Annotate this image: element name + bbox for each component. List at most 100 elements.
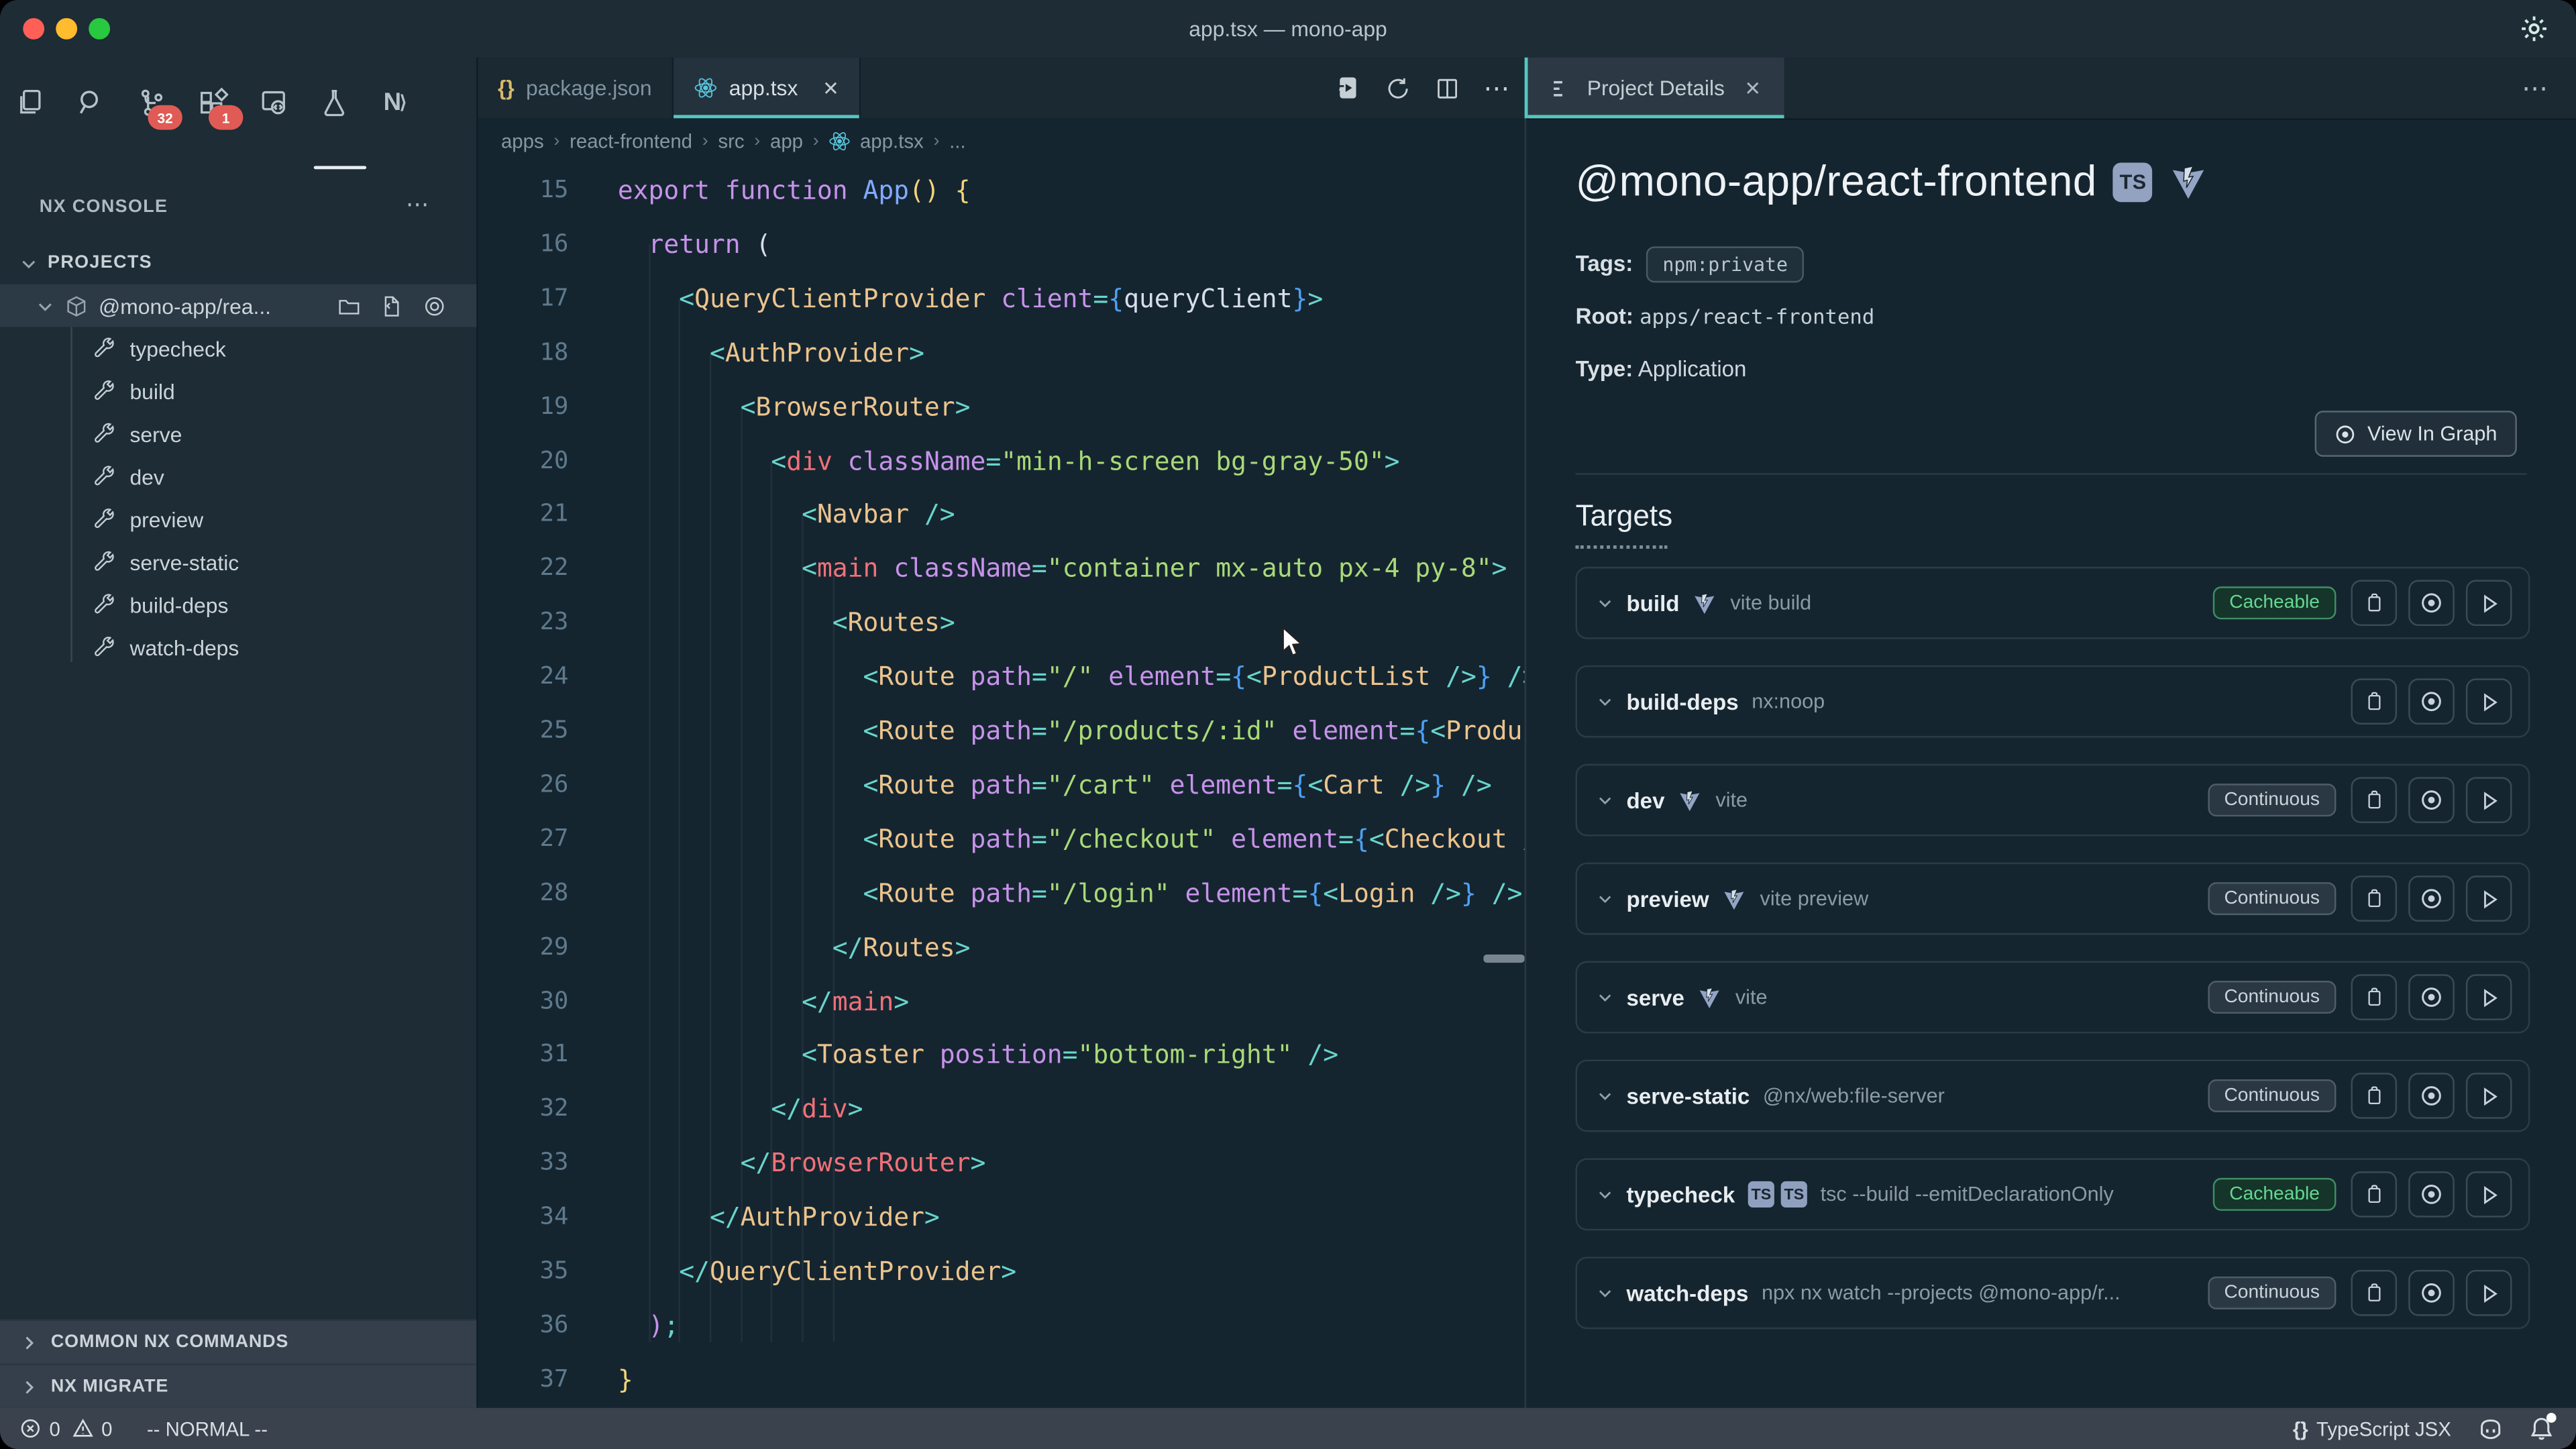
code-line: 27 <Route path="/checkout" element={<Che… (478, 813, 1525, 867)
tab-project-details[interactable]: Project Details ✕ (1528, 58, 1784, 119)
run-target-button[interactable] (2466, 974, 2512, 1020)
screen: app.tsx — mono-app 32 1 (0, 0, 2576, 1449)
run-target-button[interactable] (2466, 580, 2512, 626)
target-card-build-deps[interactable]: build-depsnx:noop (1576, 665, 2530, 738)
run-target-button[interactable] (2466, 1073, 2512, 1119)
code-line: 24 <Route path="/" element={<ProductList… (478, 651, 1525, 705)
more-actions-icon[interactable]: ⋯ (406, 191, 431, 219)
copy-task-button[interactable] (2351, 974, 2397, 1020)
focus-target-icon[interactable] (422, 293, 447, 318)
breadcrumb-item[interactable]: app.tsx (828, 129, 923, 152)
copy-task-button[interactable] (2351, 1171, 2397, 1218)
notifications-bell-icon[interactable] (2530, 1416, 2553, 1441)
nx-console-icon[interactable]: N⟩ (374, 82, 414, 121)
target-name: preview (1626, 886, 1709, 911)
focus-graph-button[interactable] (2408, 1073, 2455, 1119)
copy-task-button[interactable] (2351, 1270, 2397, 1316)
tree-item-project[interactable]: @mono-app/rea... (0, 284, 476, 327)
tree-item-target-serve[interactable]: serve (0, 413, 476, 455)
copy-task-button[interactable] (2351, 580, 2397, 626)
search-icon[interactable] (70, 82, 110, 121)
copilot-icon[interactable] (2477, 1417, 2504, 1440)
tree-item-target-build[interactable]: build (0, 370, 476, 413)
breadcrumb-item[interactable]: ... (949, 129, 966, 152)
code-line: 20 <div className="min-h-screen bg-gray-… (478, 435, 1525, 489)
line-number: 25 (478, 705, 569, 759)
run-target-button[interactable] (2466, 678, 2512, 724)
remote-explorer-icon[interactable] (253, 82, 292, 121)
tree-item-target-build-deps[interactable]: build-deps (0, 583, 476, 626)
breadcrumb-item[interactable]: apps (501, 129, 544, 152)
focus-graph-button[interactable] (2408, 580, 2455, 626)
notification-dot (2546, 1413, 2557, 1423)
view-in-graph-button[interactable]: View In Graph (2315, 411, 2517, 457)
run-project-icon[interactable] (1334, 74, 1362, 102)
close-tab-icon[interactable]: ✕ (1744, 76, 1761, 99)
testing-icon[interactable] (314, 82, 354, 121)
code-line: 26 <Route path="/cart" element={<Cart />… (478, 759, 1525, 813)
split-editor-icon[interactable] (1434, 74, 1460, 101)
target-card-build[interactable]: buildvite buildCacheable (1576, 567, 2530, 639)
refresh-icon[interactable] (1385, 74, 1411, 101)
target-card-serve-static[interactable]: serve-static@nx/web:file-serverContinuou… (1576, 1060, 2530, 1132)
problems-errors[interactable]: 0 (19, 1417, 60, 1440)
explorer-icon[interactable] (10, 82, 50, 121)
run-target-button[interactable] (2466, 777, 2512, 823)
open-folder-icon[interactable] (337, 293, 362, 318)
focus-graph-button[interactable] (2408, 777, 2455, 823)
problems-warnings[interactable]: 0 (72, 1417, 112, 1440)
code-line: 35 </QueryClientProvider> (478, 1245, 1525, 1299)
tree-item-target-dev[interactable]: dev (0, 455, 476, 498)
tree-section-projects[interactable]: PROJECTS (0, 241, 476, 284)
focus-graph-button[interactable] (2408, 1270, 2455, 1316)
code-area[interactable]: 15export function App() {16 return (17 <… (478, 164, 1525, 1408)
breadcrumb-item[interactable]: src (718, 129, 744, 152)
source-control-icon[interactable]: 32 (131, 82, 171, 121)
breadcrumb-item[interactable]: app (770, 129, 803, 152)
language-mode[interactable]: {} TypeScript JSX (2293, 1417, 2451, 1440)
scrollbar-thumb[interactable] (1483, 955, 1524, 963)
tree-item-target-watch-deps[interactable]: watch-deps (0, 626, 476, 669)
copy-task-button[interactable] (2351, 875, 2397, 922)
project-details-body: @mono-app/react-frontend TS Tags:npm:pri… (1526, 118, 2576, 1407)
package-cube-icon (64, 293, 89, 318)
activity-bar: 32 1 N⟩ (10, 66, 414, 138)
tree-item-target-serve-static[interactable]: serve-static (0, 541, 476, 584)
tree-item-target-typecheck[interactable]: typecheck (0, 327, 476, 370)
tab-package-json[interactable]: {} package.json (478, 58, 674, 119)
target-name: serve-static (1626, 1083, 1750, 1108)
line-number: 17 (478, 272, 569, 327)
extensions-icon[interactable]: 1 (193, 82, 232, 121)
target-card-typecheck[interactable]: typecheckTSTStsc --build --emitDeclarati… (1576, 1159, 2530, 1231)
target-card-watch-deps[interactable]: watch-depsnpx nx watch --projects @mono-… (1576, 1256, 2530, 1329)
code-line: 21 <Navbar /> (478, 488, 1525, 543)
target-card-serve[interactable]: serveviteContinuous (1576, 961, 2530, 1034)
copy-task-button[interactable] (2351, 777, 2397, 823)
more-actions-icon[interactable]: ⋯ (1483, 72, 1511, 105)
line-number: 15 (478, 164, 569, 219)
settings-gear-icon[interactable] (2518, 13, 2550, 45)
more-actions-icon[interactable]: ⋯ (2522, 72, 2550, 105)
close-tab-icon[interactable]: ✕ (822, 76, 839, 99)
focus-graph-button[interactable] (2408, 875, 2455, 922)
section-nx-migrate[interactable]: NX MIGRATE (0, 1364, 476, 1408)
status-bar: 0 0 -- NORMAL -- {} TypeScript JSX (0, 1408, 2576, 1449)
section-common-nx-commands[interactable]: COMMON NX COMMANDS (0, 1320, 476, 1364)
window-title: app.tsx — mono-app (0, 0, 2576, 58)
tab-app-tsx[interactable]: app.tsx ✕ (673, 58, 860, 119)
target-command: npx nx watch --projects @mono-app/r... (1762, 1281, 2194, 1304)
focus-graph-button[interactable] (2408, 1171, 2455, 1218)
breadcrumb-item[interactable]: react-frontend (570, 129, 692, 152)
run-target-button[interactable] (2466, 1171, 2512, 1218)
focus-graph-button[interactable] (2408, 974, 2455, 1020)
run-target-button[interactable] (2466, 1270, 2512, 1316)
tree-item-target-preview[interactable]: preview (0, 498, 476, 541)
run-target-button[interactable] (2466, 875, 2512, 922)
target-command: vite preview (1760, 887, 2195, 910)
copy-task-button[interactable] (2351, 1073, 2397, 1119)
open-config-file-icon[interactable] (380, 293, 405, 318)
copy-task-button[interactable] (2351, 678, 2397, 724)
target-card-dev[interactable]: devviteContinuous (1576, 764, 2530, 837)
focus-graph-button[interactable] (2408, 678, 2455, 724)
target-card-preview[interactable]: previewvite previewContinuous (1576, 863, 2530, 935)
